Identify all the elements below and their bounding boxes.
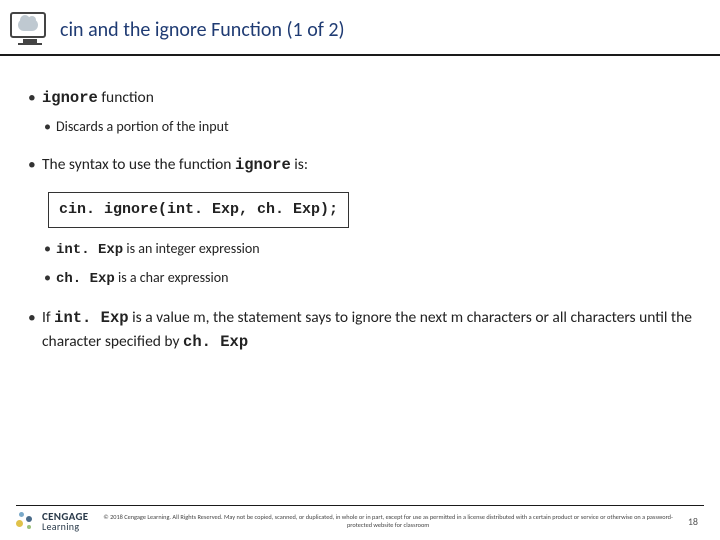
page-number: 18 <box>688 515 704 528</box>
cengage-logo: CENGAGE Learning <box>16 510 88 532</box>
logo-mark-icon <box>16 510 38 532</box>
text: function <box>98 88 154 107</box>
monitor-cloud-icon <box>10 12 50 48</box>
code-chexp-2: ch. Exp <box>183 333 248 351</box>
bullet-ignore-function: ignore function <box>28 86 692 110</box>
code-chexp: ch. Exp <box>56 271 115 287</box>
text: The syntax to use the function <box>42 155 235 174</box>
code-intexp: int. Exp <box>56 242 123 258</box>
bullet-syntax: The syntax to use the function ignore is… <box>28 153 692 177</box>
text: is a char expression <box>115 269 229 286</box>
slide-footer: CENGAGE Learning © 2018 Cengage Learning… <box>0 499 720 540</box>
bullet-discards: Discards a portion of the input <box>28 116 692 137</box>
slide-title: cin and the ignore Function (1 of 2) <box>60 18 345 42</box>
code-intexp-2: int. Exp <box>54 309 128 327</box>
bullet-chexp: ch. Exp is a char expression <box>28 267 692 290</box>
text: is an integer expression <box>123 240 259 257</box>
code-ignore-2: ignore <box>235 156 291 174</box>
bullet-intexp: int. Exp is an integer expression <box>28 238 692 261</box>
slide-content: ignore function Discards a portion of th… <box>0 56 720 355</box>
copyright-text: © 2018 Cengage Learning. All Rights Rese… <box>98 513 677 529</box>
bullet-explanation: If int. Exp is a value m, the statement … <box>28 306 692 355</box>
text: If <box>42 308 54 327</box>
text: is: <box>291 155 308 174</box>
logo-brand-bottom: Learning <box>42 522 88 532</box>
slide-header: cin and the ignore Function (1 of 2) <box>0 0 720 56</box>
code-ignore: ignore <box>42 89 98 107</box>
text: is a value m, the statement says to igno… <box>42 308 692 351</box>
code-box-ignore-syntax: cin. ignore(int. Exp, ch. Exp); <box>48 192 349 229</box>
